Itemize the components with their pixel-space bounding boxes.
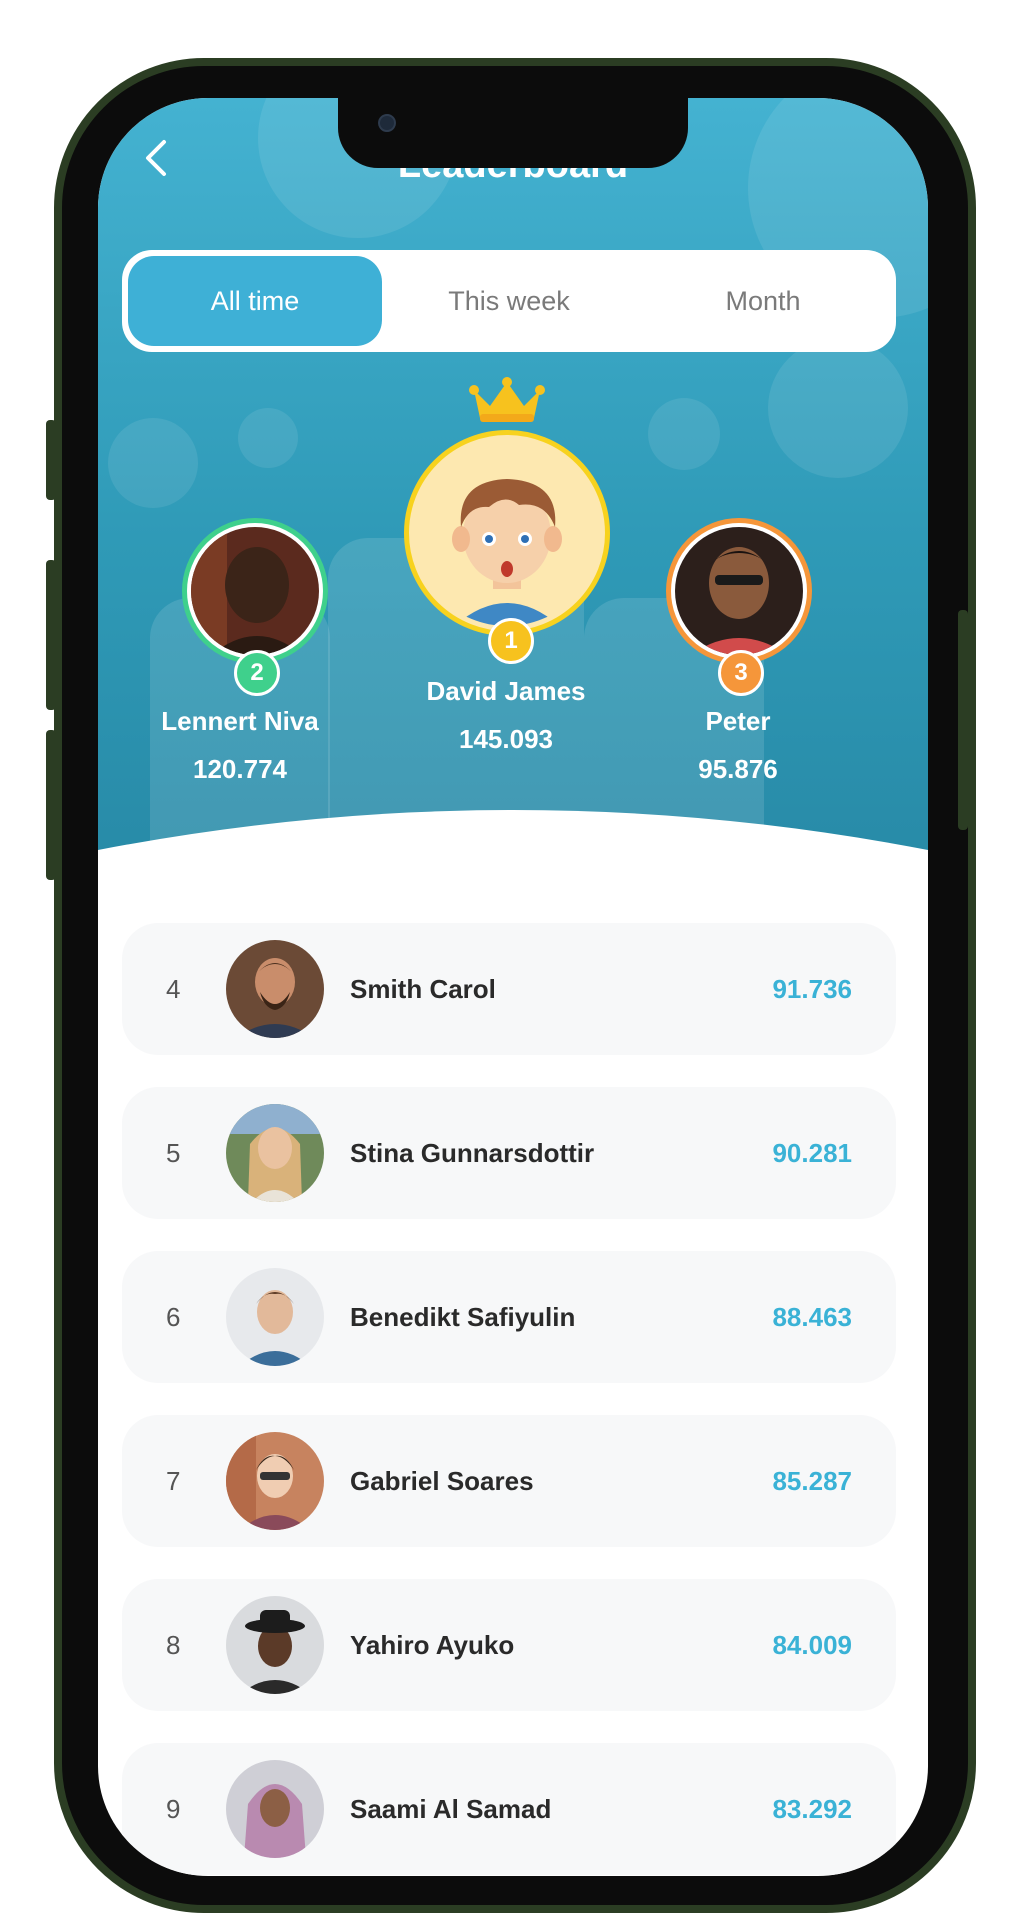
list-item[interactable]: 5 Stina Gunnarsdottir 90.281 [122, 1087, 896, 1219]
podium-name-first: David James [426, 676, 586, 706]
rank-badge-third: 3 [718, 650, 764, 696]
list-item[interactable]: 7 Gabriel Soares 85.287 [122, 1415, 896, 1547]
podium-name-third: Peter [705, 706, 771, 736]
list-name: Gabriel Soares [350, 1466, 534, 1496]
list-rank: 6 [166, 1302, 181, 1332]
list-name: Smith Carol [350, 974, 496, 1004]
avatar-second-place[interactable] [182, 518, 328, 664]
leaderboard-hero: Leaderboard All time This week Month 2 L… [98, 98, 928, 898]
list-item[interactable]: 4 Smith Carol 91.736 [122, 923, 896, 1055]
list-name: Stina Gunnarsdottir [350, 1138, 595, 1168]
list-score: 90.281 [772, 1138, 852, 1168]
phone-notch [338, 98, 688, 168]
podium-score-second: 120.774 [193, 754, 287, 784]
power-button [958, 610, 968, 830]
podium-name-second: Lennert Niva [161, 706, 319, 736]
hero-wave-divider [98, 810, 928, 898]
avatar [226, 1432, 324, 1530]
volume-up-button [46, 560, 56, 710]
rank-badge-second: 2 [234, 650, 280, 696]
avatar [226, 1268, 324, 1366]
avatar [226, 940, 324, 1038]
decor-bubble [108, 418, 198, 508]
list-name: Yahiro Ayuko [350, 1630, 515, 1660]
list-name: Benedikt Safiyulin [350, 1302, 576, 1332]
camera-icon [378, 114, 396, 132]
list-rank: 4 [166, 974, 181, 1004]
list-item[interactable]: 8 Yahiro Ayuko 84.009 [122, 1579, 896, 1711]
avatar [226, 1104, 324, 1202]
decor-bubble [648, 398, 720, 470]
cartoon-boy-avatar-icon [414, 440, 600, 626]
person-photo-icon [191, 527, 319, 655]
avatar [226, 1760, 324, 1858]
list-name: Saami Al Samad [350, 1794, 552, 1824]
decor-bubble [768, 338, 908, 478]
list-rank: 5 [166, 1138, 181, 1168]
list-item[interactable]: 9 Saami Al Samad 83.292 [122, 1743, 896, 1875]
list-rank: 8 [166, 1630, 181, 1660]
decor-bubble [238, 408, 298, 468]
podium-score-first: 145.093 [459, 724, 553, 754]
avatar-first-place[interactable] [404, 430, 610, 636]
mute-switch [46, 420, 56, 500]
screen: Leaderboard All time This week Month 2 L… [98, 98, 928, 1876]
crown-icon [469, 377, 545, 422]
avatar [226, 1596, 324, 1694]
tab-this-week[interactable]: This week [382, 256, 636, 346]
list-score: 91.736 [772, 974, 852, 1004]
list-rank: 7 [166, 1466, 181, 1496]
list-item[interactable]: 6 Benedikt Safiyulin 88.463 [122, 1251, 896, 1383]
list-score: 83.292 [772, 1794, 852, 1824]
volume-down-button [46, 730, 56, 880]
tab-month[interactable]: Month [636, 256, 890, 346]
person-photo-icon [675, 527, 803, 655]
tab-all-time[interactable]: All time [128, 256, 382, 346]
podium-score-third: 95.876 [698, 754, 778, 784]
list-score: 88.463 [772, 1302, 852, 1332]
list-score: 85.287 [772, 1466, 852, 1496]
avatar-third-place[interactable] [666, 518, 812, 664]
list-score: 84.009 [772, 1630, 852, 1660]
list-rank: 9 [166, 1794, 181, 1824]
rank-badge-first: 1 [488, 618, 534, 664]
period-tabs: All time This week Month [122, 250, 896, 352]
